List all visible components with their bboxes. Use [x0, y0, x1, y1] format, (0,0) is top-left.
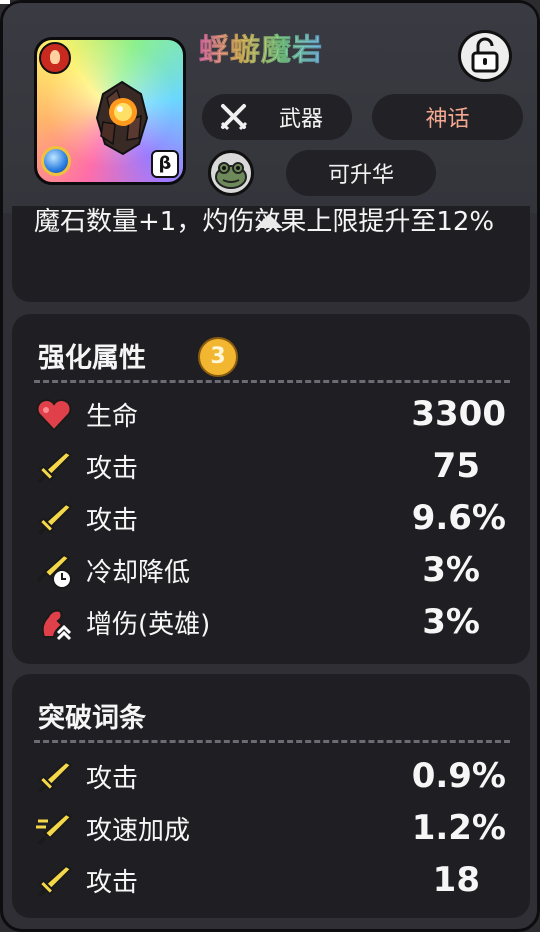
stat-row-attack: 攻击 18 — [34, 856, 506, 904]
stat-label: 攻击 — [86, 764, 139, 794]
stat-label: 攻击 — [86, 868, 139, 898]
stat-value: 1.2% — [411, 808, 506, 848]
sword-icon — [37, 502, 73, 536]
stat-value: 3% — [422, 602, 480, 642]
weapon-type-label: 武器 — [278, 107, 323, 132]
stat-label: 生命 — [86, 402, 139, 432]
crossed-swords-icon — [220, 104, 248, 131]
stat-row-attack: 攻击 0.9% — [34, 752, 506, 800]
stat-row-hero-damage: 增伤(英雄) 3% — [34, 598, 506, 646]
sublimate-label: 可升华 — [327, 163, 394, 188]
stat-label: 攻击 — [86, 506, 139, 536]
scroll-up-indicator — [255, 214, 283, 228]
unlock-icon — [471, 37, 499, 73]
stat-row-attack-speed: 攻速加成 1.2% — [34, 804, 506, 852]
cooldown-icon — [36, 553, 72, 589]
divider — [34, 740, 510, 743]
item-portrait[interactable]: β — [34, 37, 186, 185]
stat-value: 75 — [432, 446, 480, 486]
breakthrough-title: 突破词条 — [38, 703, 146, 734]
stat-label: 攻击 — [86, 454, 139, 484]
sword-icon — [37, 760, 73, 794]
enhance-level-badge: 3 — [198, 337, 238, 377]
stat-label: 冷却降低 — [86, 558, 191, 588]
stat-value: 0.9% — [411, 756, 506, 796]
blue-orb-icon — [41, 146, 71, 176]
sword-icon — [37, 864, 73, 898]
item-name: 蜉蝣魔岩 — [199, 25, 323, 69]
magma-rock-icon — [95, 80, 149, 156]
stat-label: 增伤(英雄) — [86, 610, 211, 640]
sublimate-button[interactable]: 可升华 — [286, 150, 436, 196]
weapon-type-tag: 武器 — [202, 94, 352, 140]
stat-row-cooldown: 冷却降低 3% — [34, 546, 506, 594]
beta-badge: β — [151, 150, 179, 178]
attack-speed-icon — [36, 812, 73, 846]
stat-value: 9.6% — [411, 498, 506, 538]
stat-row-attack: 攻击 75 — [34, 442, 506, 490]
rarity-label: 神话 — [425, 107, 470, 132]
divider — [34, 380, 510, 383]
frog-icon — [215, 162, 247, 189]
rarity-tag: 神话 — [372, 94, 523, 140]
stat-value: 3300 — [411, 394, 506, 434]
corner-mark — [0, 0, 10, 4]
enhance-title: 强化属性 — [38, 343, 146, 374]
sword-icon — [37, 450, 73, 484]
breakthrough-card: 突破词条 攻击 0.9% 攻速加成 1.2% 攻击 18 — [12, 674, 530, 918]
stat-row-hp: 生命 3300 — [34, 390, 506, 438]
stat-value: 3% — [422, 550, 480, 590]
stat-value: 18 — [432, 860, 480, 900]
stat-label: 攻速加成 — [86, 816, 191, 846]
heart-icon — [36, 399, 72, 432]
item-header: β 蜉蝣魔岩 武器 神话 可升华 — [3, 3, 537, 213]
stat-row-attack-percent: 攻击 9.6% — [34, 494, 506, 542]
frog-companion-button[interactable] — [208, 150, 254, 196]
fire-element-icon — [39, 42, 71, 74]
hero-damage-icon — [41, 609, 72, 641]
lock-button[interactable] — [458, 30, 512, 82]
enhance-attributes-card: 强化属性 3 生命 3300 攻击 75 攻击 9.6% 冷却降低 3% 增伤(… — [12, 314, 530, 664]
